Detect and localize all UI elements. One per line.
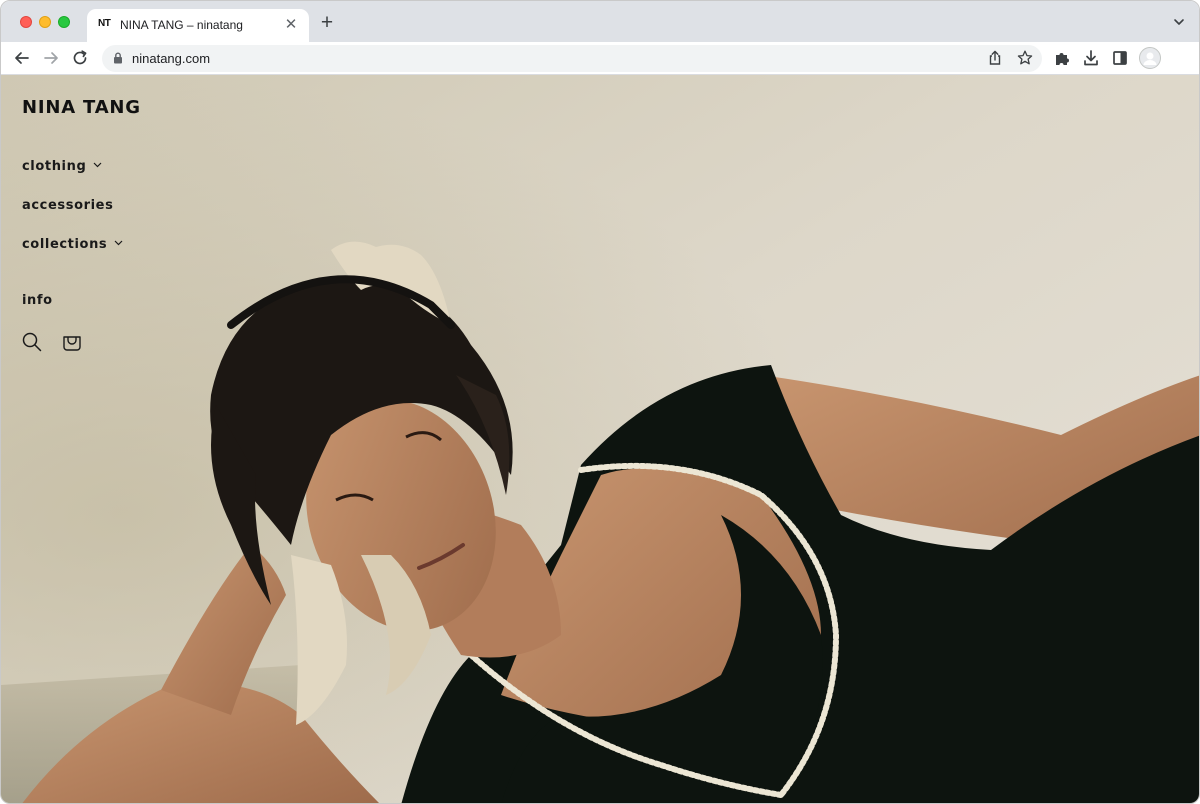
puzzle-icon[interactable] <box>1052 48 1072 68</box>
download-icon[interactable] <box>1081 48 1101 68</box>
browser-window: NT NINA TANG – ninatang ✕ + ninatang.com <box>0 0 1200 804</box>
reload-icon[interactable] <box>70 48 90 68</box>
chevron-down-icon <box>93 162 102 168</box>
forward-arrow-icon[interactable] <box>41 48 61 68</box>
chevron-down-icon <box>114 240 123 246</box>
address-bar[interactable]: ninatang.com <box>102 45 1042 72</box>
browser-toolbar: ninatang.com <box>1 42 1199 75</box>
cart-icon[interactable] <box>61 331 83 353</box>
hero-photo <box>1 75 1199 803</box>
share-icon[interactable] <box>986 49 1004 67</box>
side-panel-icon[interactable] <box>1110 48 1130 68</box>
profile-icon[interactable] <box>1139 47 1161 69</box>
site-logo[interactable]: NINA TANG <box>22 97 141 118</box>
browser-tab[interactable]: NT NINA TANG – ninatang ✕ <box>87 9 309 42</box>
search-icon[interactable] <box>21 331 43 353</box>
nav-item-label: info <box>22 293 53 308</box>
tab-strip: NT NINA TANG – ninatang ✕ + <box>1 1 1199 42</box>
back-arrow-icon[interactable] <box>12 48 32 68</box>
tab-title: NINA TANG – ninatang <box>120 18 243 32</box>
zoom-window-button[interactable] <box>58 16 70 28</box>
nav-item-label: collections <box>22 237 108 252</box>
star-icon[interactable] <box>1016 49 1034 67</box>
favicon-icon: NT <box>98 18 111 29</box>
close-icon[interactable]: ✕ <box>283 17 299 33</box>
url-text: ninatang.com <box>132 51 211 66</box>
nav-item-info[interactable]: info <box>22 293 53 308</box>
close-window-button[interactable] <box>20 16 32 28</box>
nav-item-collections[interactable]: collections <box>22 237 123 252</box>
nav-item-clothing[interactable]: clothing <box>22 159 102 174</box>
nav-item-accessories[interactable]: accessories <box>22 198 113 213</box>
plus-icon[interactable]: + <box>317 12 337 33</box>
lock-icon[interactable] <box>113 52 123 64</box>
nav-item-label: clothing <box>22 159 87 174</box>
nav-item-label: accessories <box>22 198 114 213</box>
chevron-down-icon[interactable] <box>1173 16 1185 28</box>
web-page: NINA TANG clothing accessories collectio… <box>1 75 1199 803</box>
minimize-window-button[interactable] <box>39 16 51 28</box>
